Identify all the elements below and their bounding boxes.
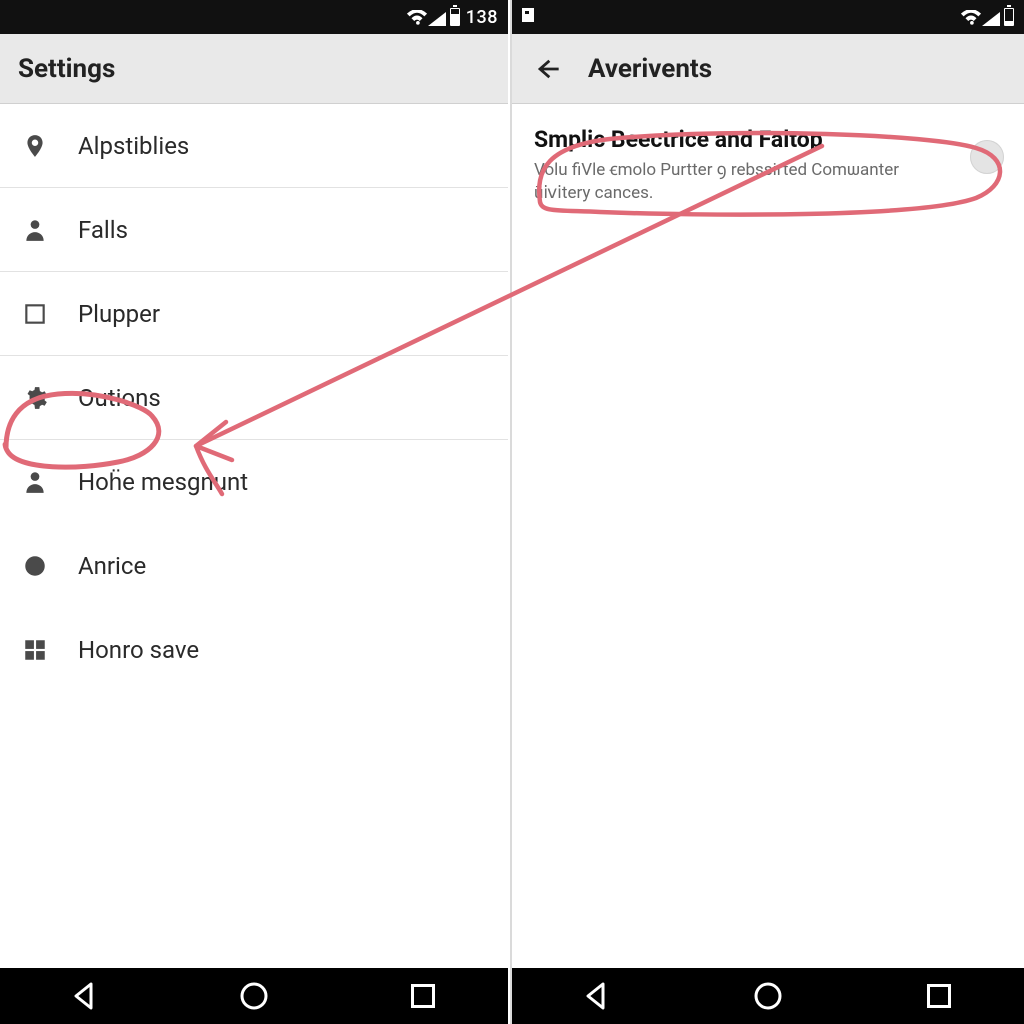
list-item-label: Alpstiblies bbox=[78, 132, 189, 160]
app-bar-left: Settings bbox=[0, 34, 508, 104]
grid-icon bbox=[20, 635, 50, 665]
list-item-label: Plupper bbox=[78, 300, 160, 328]
signal-icon bbox=[428, 10, 446, 24]
list-item-anrice[interactable]: Anrice bbox=[0, 524, 508, 608]
back-button[interactable] bbox=[530, 52, 564, 86]
list-item-plupper[interactable]: Plupper bbox=[0, 272, 508, 356]
wifi-icon bbox=[960, 9, 982, 25]
nav-back-button[interactable] bbox=[67, 978, 103, 1014]
pin-icon bbox=[20, 131, 50, 161]
phone-left: 138 Settings Alpstiblies Falls Plupper O… bbox=[0, 0, 512, 1024]
list-item-falls[interactable]: Falls bbox=[0, 188, 508, 272]
list-item-label: Hoḧe mesgnunt bbox=[78, 468, 248, 497]
status-time: 138 bbox=[466, 7, 498, 28]
nav-bar-right bbox=[512, 968, 1024, 1024]
setting-subtitle: Volu fiVle ꞓmolo Purtter ꝯ rebssirted Co… bbox=[534, 159, 956, 205]
gear-icon bbox=[20, 383, 50, 413]
nav-recents-button[interactable] bbox=[405, 978, 441, 1014]
battery-icon bbox=[450, 8, 460, 26]
nav-bar-left bbox=[0, 968, 508, 1024]
person-icon bbox=[20, 467, 50, 497]
page-title: Averivents bbox=[588, 54, 712, 84]
nav-recents-button[interactable] bbox=[921, 978, 957, 1014]
page-title: Settings bbox=[18, 54, 115, 84]
list-item-outions[interactable]: Outions bbox=[0, 356, 508, 440]
battery-icon bbox=[1004, 8, 1014, 26]
nav-home-button[interactable] bbox=[750, 978, 786, 1014]
square-icon bbox=[20, 299, 50, 329]
app-bar-right: Averivents bbox=[512, 34, 1024, 104]
list-item-honro[interactable]: Honro save bbox=[0, 608, 508, 692]
nav-home-button[interactable] bbox=[236, 978, 272, 1014]
nav-back-button[interactable] bbox=[579, 978, 615, 1014]
list-item-label: Honro save bbox=[78, 636, 199, 664]
wifi-icon bbox=[406, 9, 428, 25]
list-item-hohe[interactable]: Hoḧe mesgnunt bbox=[0, 440, 508, 524]
signal-icon bbox=[982, 10, 1000, 24]
status-bar-left: 138 bbox=[0, 0, 508, 34]
settings-detail: Smplic Beectrice and Faltop Volu fiVle ꞓ… bbox=[512, 104, 1024, 968]
status-bar-right bbox=[512, 0, 1024, 34]
phone-right: Averivents Smplic Beectrice and Faltop V… bbox=[512, 0, 1024, 1024]
list-item-label: Outions bbox=[78, 384, 161, 412]
circle-icon bbox=[20, 551, 50, 581]
person-icon bbox=[20, 215, 50, 245]
dual-screenshot-stage: 138 Settings Alpstiblies Falls Plupper O… bbox=[0, 0, 1024, 1024]
setting-row-smplic[interactable]: Smplic Beectrice and Faltop Volu fiVle ꞓ… bbox=[512, 104, 1024, 221]
settings-list[interactable]: Alpstiblies Falls Plupper Outions Hoḧe m… bbox=[0, 104, 508, 968]
setting-title: Smplic Beectrice and Faltop bbox=[534, 126, 956, 153]
list-item-label: Anrice bbox=[78, 552, 146, 580]
list-item-alpstiblies[interactable]: Alpstiblies bbox=[0, 104, 508, 188]
list-item-label: Falls bbox=[78, 216, 128, 244]
card-icon bbox=[520, 6, 538, 29]
toggle-switch[interactable] bbox=[970, 140, 1004, 174]
